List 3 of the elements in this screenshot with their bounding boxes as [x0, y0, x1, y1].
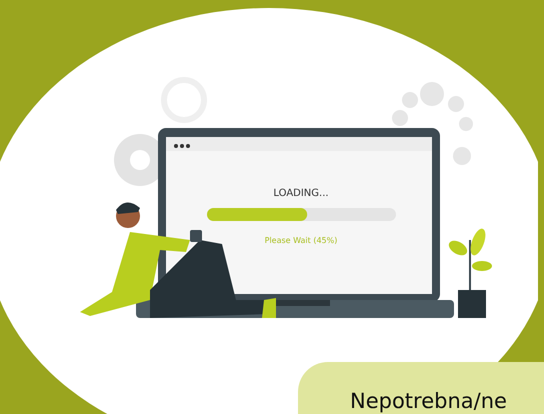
card-text: Nepotrebna/ne: [350, 388, 507, 414]
status-text: Please Wait (45%): [264, 236, 338, 245]
loading-title: LOADING...: [273, 188, 329, 199]
